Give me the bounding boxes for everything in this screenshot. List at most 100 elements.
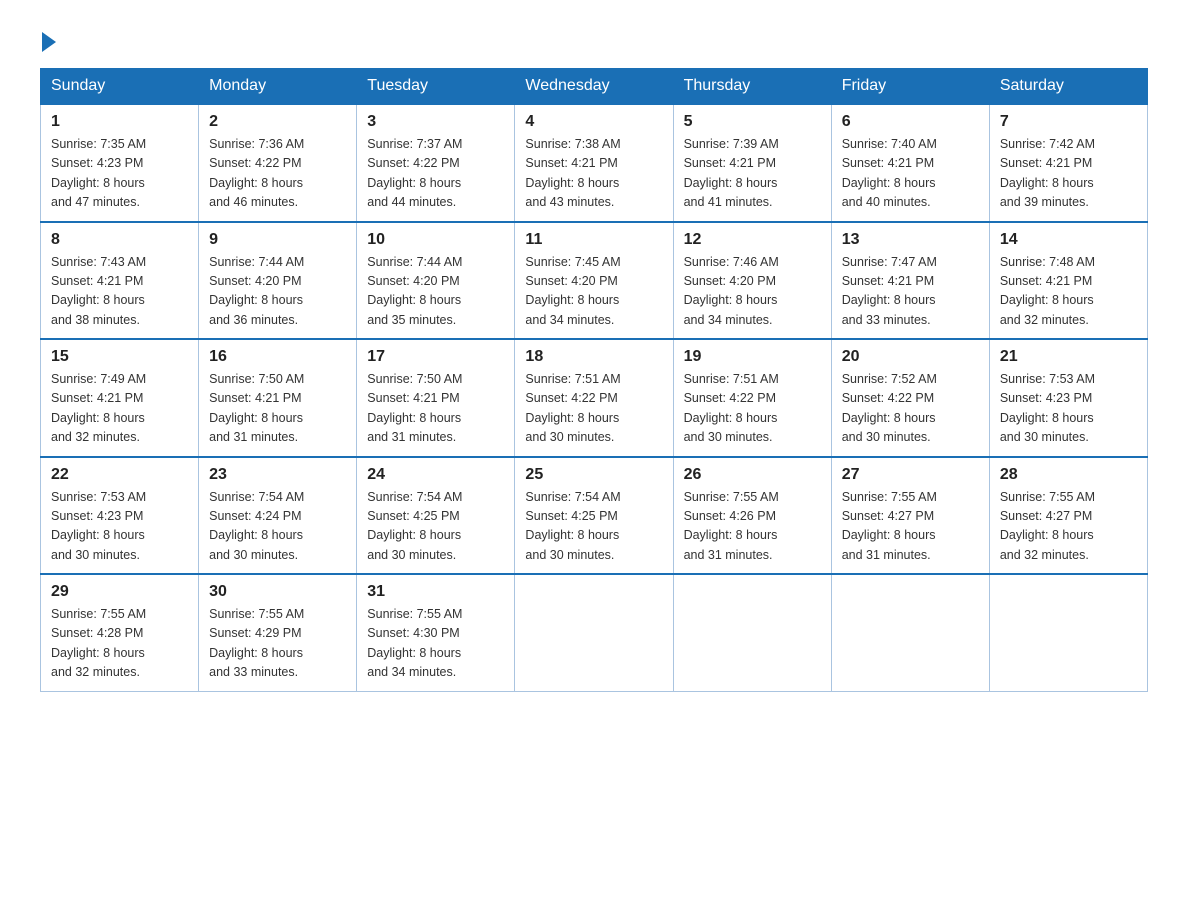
day-number: 3 (367, 113, 504, 131)
day-info: Sunrise: 7:45 AMSunset: 4:20 PMDaylight:… (525, 253, 662, 331)
col-header-friday: Friday (831, 69, 989, 105)
calendar-cell: 2 Sunrise: 7:36 AMSunset: 4:22 PMDaylight… (199, 104, 357, 222)
day-info: Sunrise: 7:55 AMSunset: 4:28 PMDaylight:… (51, 605, 188, 683)
calendar-cell: 23Sunrise: 7:54 AMSunset: 4:24 PMDayligh… (199, 457, 357, 575)
calendar-cell: 5 Sunrise: 7:39 AMSunset: 4:21 PMDaylight… (673, 104, 831, 222)
logo-triangle-icon (42, 32, 56, 52)
day-info: Sunrise: 7:48 AMSunset: 4:21 PMDaylight:… (1000, 253, 1137, 331)
day-info: Sunrise: 7:39 AMSunset: 4:21 PMDaylight:… (684, 135, 821, 213)
day-number: 28 (1000, 466, 1137, 484)
calendar-cell: 19 Sunrise: 7:51 AMSunset: 4:22 PMDayligh… (673, 339, 831, 457)
calendar-cell: 9 Sunrise: 7:44 AMSunset: 4:20 PMDaylight… (199, 222, 357, 340)
day-number: 19 (684, 348, 821, 366)
day-number: 27 (842, 466, 979, 484)
calendar-cell: 24Sunrise: 7:54 AMSunset: 4:25 PMDayligh… (357, 457, 515, 575)
day-number: 18 (525, 348, 662, 366)
day-number: 29 (51, 583, 188, 601)
day-number: 1 (51, 113, 188, 131)
calendar-table: SundayMondayTuesdayWednesdayThursdayFrid… (40, 68, 1148, 692)
calendar-cell: 3 Sunrise: 7:37 AMSunset: 4:22 PMDaylight… (357, 104, 515, 222)
calendar-cell: 8Sunrise: 7:43 AMSunset: 4:21 PMDaylight… (41, 222, 199, 340)
day-number: 23 (209, 466, 346, 484)
day-info: Sunrise: 7:51 AMSunset: 4:22 PMDaylight:… (684, 370, 821, 448)
day-info: Sunrise: 7:50 AMSunset: 4:21 PMDaylight:… (367, 370, 504, 448)
day-info: Sunrise: 7:55 AMSunset: 4:27 PMDaylight:… (1000, 488, 1137, 566)
day-info: Sunrise: 7:55 AMSunset: 4:27 PMDaylight:… (842, 488, 979, 566)
calendar-cell: 10 Sunrise: 7:44 AMSunset: 4:20 PMDayligh… (357, 222, 515, 340)
calendar-cell (989, 574, 1147, 691)
week-row-1: 1Sunrise: 7:35 AMSunset: 4:23 PMDaylight… (41, 104, 1148, 222)
calendar-cell: 26 Sunrise: 7:55 AMSunset: 4:26 PMDayligh… (673, 457, 831, 575)
col-header-monday: Monday (199, 69, 357, 105)
day-info: Sunrise: 7:42 AMSunset: 4:21 PMDaylight:… (1000, 135, 1137, 213)
calendar-cell: 4Sunrise: 7:38 AMSunset: 4:21 PMDaylight… (515, 104, 673, 222)
calendar-cell: 12Sunrise: 7:46 AMSunset: 4:20 PMDayligh… (673, 222, 831, 340)
day-number: 13 (842, 231, 979, 249)
calendar-cell: 13 Sunrise: 7:47 AMSunset: 4:21 PMDayligh… (831, 222, 989, 340)
calendar-cell: 17 Sunrise: 7:50 AMSunset: 4:21 PMDayligh… (357, 339, 515, 457)
day-info: Sunrise: 7:53 AMSunset: 4:23 PMDaylight:… (1000, 370, 1137, 448)
week-row-4: 22Sunrise: 7:53 AMSunset: 4:23 PMDayligh… (41, 457, 1148, 575)
day-number: 9 (209, 231, 346, 249)
day-info: Sunrise: 7:47 AMSunset: 4:21 PMDaylight:… (842, 253, 979, 331)
day-info: Sunrise: 7:55 AMSunset: 4:26 PMDaylight:… (684, 488, 821, 566)
day-number: 7 (1000, 113, 1137, 131)
day-number: 31 (367, 583, 504, 601)
col-header-wednesday: Wednesday (515, 69, 673, 105)
week-row-2: 8Sunrise: 7:43 AMSunset: 4:21 PMDaylight… (41, 222, 1148, 340)
day-info: Sunrise: 7:50 AMSunset: 4:21 PMDaylight:… (209, 370, 346, 448)
calendar-cell: 14 Sunrise: 7:48 AMSunset: 4:21 PMDayligh… (989, 222, 1147, 340)
day-info: Sunrise: 7:54 AMSunset: 4:25 PMDaylight:… (367, 488, 504, 566)
day-info: Sunrise: 7:40 AMSunset: 4:21 PMDaylight:… (842, 135, 979, 213)
calendar-cell: 31 Sunrise: 7:55 AMSunset: 4:30 PMDayligh… (357, 574, 515, 691)
day-number: 5 (684, 113, 821, 131)
calendar-cell: 20Sunrise: 7:52 AMSunset: 4:22 PMDayligh… (831, 339, 989, 457)
page-header (40, 30, 1148, 48)
col-header-tuesday: Tuesday (357, 69, 515, 105)
col-header-saturday: Saturday (989, 69, 1147, 105)
calendar-cell: 27 Sunrise: 7:55 AMSunset: 4:27 PMDayligh… (831, 457, 989, 575)
calendar-cell: 29 Sunrise: 7:55 AMSunset: 4:28 PMDayligh… (41, 574, 199, 691)
day-number: 22 (51, 466, 188, 484)
calendar-cell: 18Sunrise: 7:51 AMSunset: 4:22 PMDayligh… (515, 339, 673, 457)
day-number: 14 (1000, 231, 1137, 249)
calendar-cell: 30 Sunrise: 7:55 AMSunset: 4:29 PMDayligh… (199, 574, 357, 691)
day-info: Sunrise: 7:46 AMSunset: 4:20 PMDaylight:… (684, 253, 821, 331)
week-row-5: 29 Sunrise: 7:55 AMSunset: 4:28 PMDayligh… (41, 574, 1148, 691)
day-number: 16 (209, 348, 346, 366)
calendar-cell: 1Sunrise: 7:35 AMSunset: 4:23 PMDaylight… (41, 104, 199, 222)
day-number: 30 (209, 583, 346, 601)
day-info: Sunrise: 7:37 AMSunset: 4:22 PMDaylight:… (367, 135, 504, 213)
day-number: 8 (51, 231, 188, 249)
day-number: 10 (367, 231, 504, 249)
day-info: Sunrise: 7:44 AMSunset: 4:20 PMDaylight:… (367, 253, 504, 331)
day-number: 6 (842, 113, 979, 131)
calendar-cell: 11 Sunrise: 7:45 AMSunset: 4:20 PMDayligh… (515, 222, 673, 340)
calendar-cell: 15Sunrise: 7:49 AMSunset: 4:21 PMDayligh… (41, 339, 199, 457)
day-number: 21 (1000, 348, 1137, 366)
day-number: 17 (367, 348, 504, 366)
calendar-cell: 21 Sunrise: 7:53 AMSunset: 4:23 PMDayligh… (989, 339, 1147, 457)
calendar-cell: 16 Sunrise: 7:50 AMSunset: 4:21 PMDayligh… (199, 339, 357, 457)
day-number: 20 (842, 348, 979, 366)
day-info: Sunrise: 7:49 AMSunset: 4:21 PMDaylight:… (51, 370, 188, 448)
calendar-cell (673, 574, 831, 691)
logo (40, 30, 56, 48)
col-header-sunday: Sunday (41, 69, 199, 105)
day-info: Sunrise: 7:36 AMSunset: 4:22 PMDaylight:… (209, 135, 346, 213)
day-number: 11 (525, 231, 662, 249)
calendar-cell (831, 574, 989, 691)
col-header-thursday: Thursday (673, 69, 831, 105)
calendar-header-row: SundayMondayTuesdayWednesdayThursdayFrid… (41, 69, 1148, 105)
calendar-cell: 6 Sunrise: 7:40 AMSunset: 4:21 PMDaylight… (831, 104, 989, 222)
day-number: 2 (209, 113, 346, 131)
week-row-3: 15Sunrise: 7:49 AMSunset: 4:21 PMDayligh… (41, 339, 1148, 457)
calendar-cell (515, 574, 673, 691)
day-number: 26 (684, 466, 821, 484)
day-number: 4 (525, 113, 662, 131)
calendar-cell: 25Sunrise: 7:54 AMSunset: 4:25 PMDayligh… (515, 457, 673, 575)
day-info: Sunrise: 7:44 AMSunset: 4:20 PMDaylight:… (209, 253, 346, 331)
day-info: Sunrise: 7:54 AMSunset: 4:25 PMDaylight:… (525, 488, 662, 566)
day-info: Sunrise: 7:55 AMSunset: 4:29 PMDaylight:… (209, 605, 346, 683)
day-info: Sunrise: 7:55 AMSunset: 4:30 PMDaylight:… (367, 605, 504, 683)
